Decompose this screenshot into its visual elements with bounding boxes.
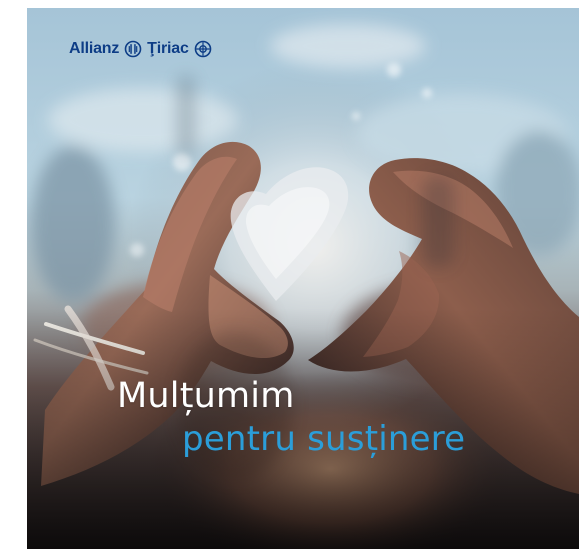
allianz-eagle-icon [124,40,142,58]
brand-name-tiriac: Ţiriac [147,40,189,57]
photo-illustration [27,8,579,549]
heart-hands-photo [27,8,579,549]
headline-line-1: Mulțumim [117,376,295,416]
social-post-card: Allianz Ţiriac Mulțumim pentru susținere [0,0,579,549]
allianz-tiriac-logo: Allianz Ţiriac [69,35,212,63]
headline-line-2: pentru susținere [182,419,466,459]
brand-name-allianz: Allianz [69,40,120,57]
tiriac-ring-icon [194,40,211,58]
thank-you-message: Mulțumim pentru susținere [117,376,547,459]
